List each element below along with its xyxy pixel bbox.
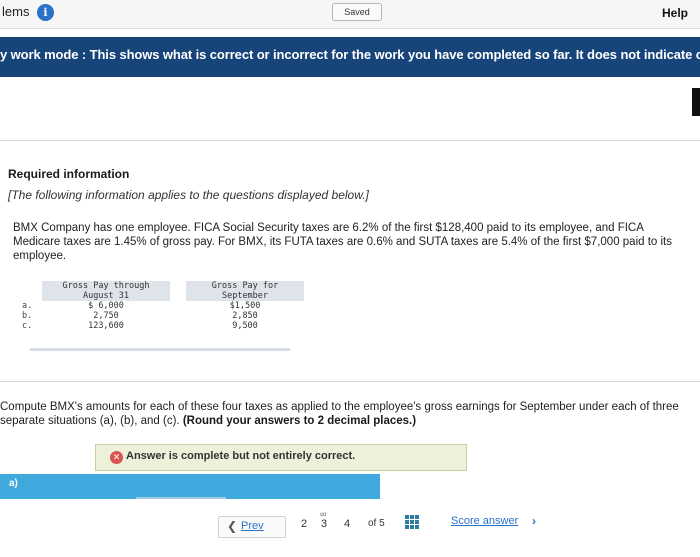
answer-status-box: ✕ Answer is complete but not entirely co… (95, 444, 467, 471)
prev-label: Prev (241, 520, 264, 532)
table-row: a. $ 6,000 $1,500 (18, 301, 304, 311)
question-text: Compute BMX's amounts for each of these … (0, 400, 700, 428)
info-icon[interactable]: i (37, 4, 54, 21)
row-label: c. (22, 321, 33, 331)
cell-through-august: 123,600 (88, 321, 124, 331)
score-answer-link[interactable]: Score answer (451, 515, 518, 527)
part-a-header[interactable]: a) (0, 474, 380, 499)
table-row: c. 123,600 9,500 (18, 321, 304, 331)
problem-statement: BMX Company has one employee. FICA Socia… (13, 222, 673, 262)
table-corner (18, 281, 42, 301)
header-september: Gross Pay for September (186, 281, 304, 301)
work-mode-text: y work mode : This shows what is correct… (0, 47, 700, 62)
page-3-number: 3 (321, 518, 328, 530)
required-info-title: Required information (8, 167, 130, 181)
divider (0, 381, 700, 382)
table-row: b. 2,750 2,850 (18, 311, 304, 321)
part-label: a) (9, 478, 18, 489)
question-instruction: (Round your answers to 2 decimal places.… (182, 415, 417, 427)
cell-through-august: 2,750 (93, 311, 119, 321)
page-3-link[interactable]: ∞ 3 (319, 509, 333, 531)
page-4-link[interactable]: 4 (344, 518, 350, 530)
row-label: a. (22, 301, 33, 311)
problems-label[interactable]: lems (2, 4, 29, 19)
part-tab-indicator (136, 497, 226, 499)
row-label: b. (22, 311, 33, 321)
top-bar: lems i Saved Help (0, 0, 700, 29)
chevron-left-icon: ❮ (227, 519, 238, 533)
gross-pay-table: Gross Pay through August 31 Gross Pay fo… (18, 281, 304, 331)
cell-september: 9,500 (232, 321, 258, 331)
cell-september: 2,850 (232, 311, 258, 321)
chevron-right-icon[interactable]: › (532, 514, 536, 528)
cell-through-august: $ 6,000 (88, 301, 124, 311)
answer-status-text: Answer is complete but not entirely corr… (126, 450, 356, 462)
page-2-link[interactable]: 2 (301, 518, 307, 530)
work-mode-banner: y work mode : This shows what is correct… (0, 37, 700, 77)
grid-icon[interactable] (405, 515, 419, 529)
required-info-note: [The following information applies to th… (8, 188, 369, 202)
page-of-total: of 5 (368, 518, 385, 529)
header-through-august: Gross Pay through August 31 (42, 281, 170, 301)
table-underline (30, 348, 290, 351)
saved-badge: Saved (332, 3, 382, 21)
divider (0, 140, 700, 141)
cell-september: $1,500 (229, 301, 261, 311)
x-circle-icon: ✕ (110, 451, 123, 464)
help-link[interactable]: Help (662, 6, 688, 20)
prev-button[interactable]: ❮ Prev (218, 516, 286, 538)
scroll-marker (692, 88, 700, 116)
